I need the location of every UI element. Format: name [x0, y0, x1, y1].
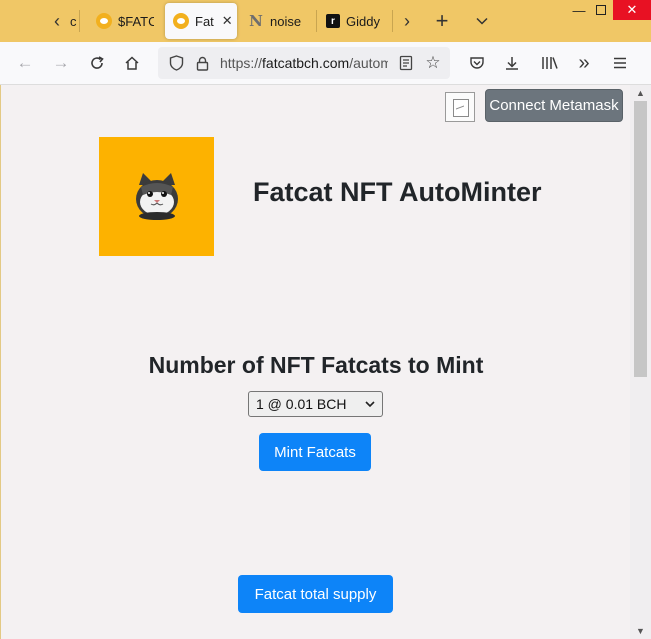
scroll-tabs-left-button[interactable]: ‹	[44, 6, 70, 36]
scroll-up-arrow[interactable]: ▲	[630, 85, 651, 101]
chevron-down-icon	[476, 17, 488, 25]
url-bar[interactable]: https://fatcatbch.com/autom ☆	[158, 47, 450, 79]
cut-off-tab-text: c	[70, 14, 77, 29]
tab-fatcat-minter[interactable]: Fat ✕	[165, 3, 237, 39]
arrow-right-icon: →	[52, 53, 70, 72]
minimize-icon: —	[572, 2, 586, 18]
url-text[interactable]: https://fatcatbch.com/autom	[220, 55, 388, 71]
library-icon	[542, 57, 558, 69]
window-close-button[interactable]: ✕	[613, 0, 651, 20]
total-supply-button[interactable]: Fatcat total supply	[238, 575, 393, 613]
page-title: Fatcat NFT AutoMinter	[253, 177, 542, 207]
minimize-button[interactable]: —	[568, 0, 590, 20]
hamburger-menu-icon	[614, 57, 626, 69]
library-button[interactable]	[536, 49, 564, 77]
reload-icon	[91, 56, 104, 69]
arrow-left-icon: ←	[16, 53, 34, 72]
fatcat-logo	[99, 137, 214, 256]
tracking-shield-icon[interactable]	[166, 53, 186, 73]
tab-title: Giddy	[346, 13, 380, 29]
tab-strip: ‹ c $FATC Fat ✕ N noise r Giddy › + — ✕	[0, 0, 651, 42]
new-tab-button[interactable]: +	[427, 6, 457, 36]
mint-count-heading: Number of NFT Fatcats to Mint	[148, 352, 484, 378]
tab-separator	[79, 10, 80, 32]
app-menu-button[interactable]	[606, 49, 634, 77]
maximize-icon	[596, 5, 606, 15]
tab-title: Fat	[195, 13, 214, 29]
url-scheme: https://	[220, 55, 263, 71]
scroll-tabs-right-button[interactable]: ›	[392, 6, 422, 36]
reload-button[interactable]	[83, 49, 111, 77]
tab-separator	[316, 10, 317, 32]
mint-quantity-select[interactable]: 1 @ 0.01 BCH	[248, 391, 383, 417]
tab-fatcat-token[interactable]: $FATC	[88, 3, 154, 39]
tab-noise[interactable]: N noise	[240, 3, 316, 39]
list-all-tabs-button[interactable]	[467, 6, 497, 36]
reader-view-icon[interactable]	[396, 53, 416, 73]
scrollbar-thumb[interactable]	[634, 101, 647, 377]
mint-quantity-selected: 1 @ 0.01 BCH	[256, 396, 347, 412]
close-icon[interactable]: ✕	[222, 13, 233, 29]
tab-title: $FATC	[118, 13, 154, 29]
url-path: /autom	[349, 55, 388, 71]
mint-fatcats-button[interactable]: Mint Fatcats	[259, 433, 371, 471]
downloads-button[interactable]	[498, 49, 526, 77]
plus-icon: +	[435, 8, 449, 33]
broken-image-icon	[445, 92, 475, 122]
giddy-r-icon: r	[326, 14, 340, 28]
connect-metamask-button[interactable]: Connect Metamask	[485, 89, 623, 122]
maximize-button[interactable]	[590, 0, 612, 20]
tab-giddy[interactable]: r Giddy	[318, 3, 392, 39]
bookmark-star-icon[interactable]: ☆	[423, 53, 443, 73]
back-button[interactable]: ←	[11, 49, 39, 77]
home-button[interactable]	[118, 49, 146, 77]
double-chevron-right-icon: »	[578, 51, 590, 74]
noise-n-icon: N	[249, 12, 263, 30]
page-viewport: Connect Metamask Fatcat NFT AutoMinter N…	[0, 85, 651, 639]
forward-button[interactable]: →	[47, 49, 75, 77]
chevron-left-icon: ‹	[54, 10, 60, 31]
chevron-down-icon	[365, 401, 375, 408]
pocket-button[interactable]	[463, 49, 491, 77]
pocket-icon	[470, 57, 484, 69]
chevron-right-icon: ›	[404, 10, 410, 31]
fatcat-icon	[173, 13, 189, 29]
overflow-menu-button[interactable]: »	[570, 49, 598, 77]
fatcat-icon	[96, 13, 112, 29]
download-icon	[506, 57, 518, 70]
home-icon	[125, 56, 139, 70]
lock-icon[interactable]	[192, 53, 212, 73]
close-icon: ✕	[626, 2, 638, 17]
fatcat-avatar-icon	[136, 173, 178, 220]
url-host: fatcatbch.com	[262, 55, 350, 71]
navigation-toolbar: ← → https://fatcatbch.com/autom ☆ »	[0, 42, 651, 85]
tab-title: noise	[270, 13, 302, 29]
vertical-scrollbar[interactable]: ▲ ▼	[630, 85, 651, 639]
scroll-down-arrow[interactable]: ▼	[630, 623, 651, 639]
